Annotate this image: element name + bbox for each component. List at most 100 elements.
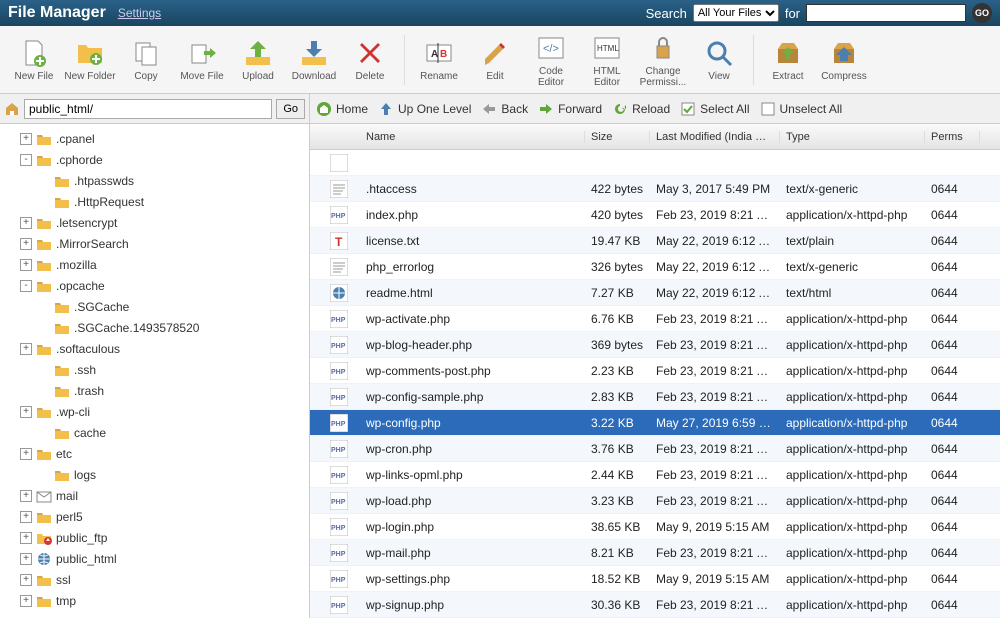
col-modified[interactable]: Last Modified (India Star <box>650 131 780 143</box>
tool-new-folder[interactable]: New Folder <box>64 30 116 90</box>
tool-move[interactable]: Move File <box>176 30 228 90</box>
tool-new-file[interactable]: New File <box>8 30 60 90</box>
nav-select-all[interactable]: Select All <box>680 101 749 117</box>
file-modified: Feb 23, 2019 8:21 AM <box>650 364 780 378</box>
tree-toggle[interactable]: - <box>20 154 32 166</box>
tree-node[interactable]: logs <box>2 464 307 485</box>
table-row[interactable]: PHPwp-config-sample.php2.83 KBFeb 23, 20… <box>310 384 1000 410</box>
right-panel: Home Up One Level Back Forward Reload Se… <box>310 94 1000 618</box>
tool-copy[interactable]: Copy <box>120 30 172 90</box>
tree-node[interactable]: -.cphorde <box>2 149 307 170</box>
tree-toggle[interactable]: + <box>20 238 32 250</box>
tree-label: .cpanel <box>56 132 95 146</box>
tree-toggle[interactable]: + <box>20 511 32 523</box>
table-row[interactable]: PHPwp-config.php3.22 KBMay 27, 2019 6:59… <box>310 410 1000 436</box>
nav-reload[interactable]: Reload <box>612 101 670 117</box>
home-icon[interactable] <box>4 101 20 117</box>
tree-node[interactable]: +.MirrorSearch <box>2 233 307 254</box>
tree-node[interactable]: +public_html <box>2 548 307 569</box>
tree-node[interactable]: +.letsencrypt <box>2 212 307 233</box>
settings-link[interactable]: Settings <box>118 6 161 20</box>
tree-node[interactable]: .trash <box>2 380 307 401</box>
tree-toggle[interactable]: + <box>20 490 32 502</box>
table-row[interactable]: PHPwp-mail.php8.21 KBFeb 23, 2019 8:21 A… <box>310 540 1000 566</box>
tree-toggle[interactable]: + <box>20 406 32 418</box>
table-row[interactable] <box>310 150 1000 176</box>
table-row[interactable]: PHPwp-links-opml.php2.44 KBFeb 23, 2019 … <box>310 462 1000 488</box>
tree-node[interactable]: .HttpRequest <box>2 191 307 212</box>
col-size[interactable]: Size <box>585 131 650 143</box>
table-row[interactable]: PHPwp-load.php3.23 KBFeb 23, 2019 8:21 A… <box>310 488 1000 514</box>
tree-toggle[interactable]: - <box>20 280 32 292</box>
table-row[interactable]: .htaccess422 bytesMay 3, 2017 5:49 PMtex… <box>310 176 1000 202</box>
tree-toggle[interactable]: + <box>20 532 32 544</box>
tree-node[interactable]: -.opcache <box>2 275 307 296</box>
nav-up[interactable]: Up One Level <box>378 101 471 117</box>
nav-home[interactable]: Home <box>316 101 368 117</box>
file-modified: Feb 23, 2019 8:21 AM <box>650 338 780 352</box>
tree-label: mail <box>56 489 78 503</box>
tree-node[interactable]: +.wp-cli <box>2 401 307 422</box>
table-row[interactable]: PHPindex.php420 bytesFeb 23, 2019 8:21 A… <box>310 202 1000 228</box>
tool-edit[interactable]: Edit <box>469 30 521 90</box>
nav-back[interactable]: Back <box>481 101 528 117</box>
tree-toggle[interactable]: + <box>20 259 32 271</box>
tree-toggle[interactable]: + <box>20 217 32 229</box>
file-icon: PHP <box>330 518 348 536</box>
tool-upload[interactable]: Upload <box>232 30 284 90</box>
tool-code-editor[interactable]: </>Code Editor <box>525 30 577 90</box>
table-row[interactable]: Tlicense.txt19.47 KBMay 22, 2019 6:12 AM… <box>310 228 1000 254</box>
table-row[interactable]: PHPwp-login.php38.65 KBMay 9, 2019 5:15 … <box>310 514 1000 540</box>
tree-node[interactable]: +etc <box>2 443 307 464</box>
file-size: 2.23 KB <box>585 364 650 378</box>
tree-node[interactable]: +tmp <box>2 590 307 611</box>
tool-download[interactable]: Download <box>288 30 340 90</box>
col-perms[interactable]: Perms <box>925 131 980 143</box>
table-row[interactable]: php_errorlog326 bytesMay 22, 2019 6:12 A… <box>310 254 1000 280</box>
tree-node[interactable]: .ssh <box>2 359 307 380</box>
tool-view[interactable]: View <box>693 30 745 90</box>
col-name[interactable]: Name <box>360 131 585 143</box>
tool-change-perms[interactable]: Change Permissi... <box>637 30 689 90</box>
tool-rename[interactable]: ABRename <box>413 30 465 90</box>
nav-unselect-all[interactable]: Unselect All <box>760 101 843 117</box>
tree-toggle[interactable]: + <box>20 574 32 586</box>
tree-toggle[interactable]: + <box>20 343 32 355</box>
top-bar: File Manager Settings Search All Your Fi… <box>0 0 1000 26</box>
search-scope-select[interactable]: All Your Files <box>693 4 779 22</box>
tree-toggle[interactable]: + <box>20 595 32 607</box>
path-go-button[interactable]: Go <box>276 99 305 119</box>
path-input[interactable] <box>24 99 272 119</box>
tree-node[interactable]: +ssl <box>2 569 307 590</box>
table-row[interactable]: PHPwp-settings.php18.52 KBMay 9, 2019 5:… <box>310 566 1000 592</box>
col-type[interactable]: Type <box>780 131 925 143</box>
table-row[interactable]: PHPwp-cron.php3.76 KBFeb 23, 2019 8:21 A… <box>310 436 1000 462</box>
table-row[interactable]: readme.html7.27 KBMay 22, 2019 6:12 AMte… <box>310 280 1000 306</box>
tree-toggle[interactable]: + <box>20 448 32 460</box>
tree-node[interactable]: +.mozilla <box>2 254 307 275</box>
table-row[interactable]: PHPwp-comments-post.php2.23 KBFeb 23, 20… <box>310 358 1000 384</box>
nav-forward[interactable]: Forward <box>538 101 602 117</box>
table-row[interactable]: PHPwp-signup.php30.36 KBFeb 23, 2019 8:2… <box>310 592 1000 618</box>
tool-delete[interactable]: Delete <box>344 30 396 90</box>
table-row[interactable]: PHPwp-blog-header.php369 bytesFeb 23, 20… <box>310 332 1000 358</box>
file-size: 6.76 KB <box>585 312 650 326</box>
tree-toggle[interactable]: + <box>20 133 32 145</box>
tree-toggle[interactable]: + <box>20 553 32 565</box>
tree-node[interactable]: .SGCache.1493578520 <box>2 317 307 338</box>
tool-html-editor[interactable]: HTMLHTML Editor <box>581 30 633 90</box>
tree-node[interactable]: .SGCache <box>2 296 307 317</box>
tool-label: Move File <box>180 71 223 82</box>
tree-node[interactable]: .htpasswds <box>2 170 307 191</box>
tool-compress[interactable]: Compress <box>818 30 870 90</box>
tree-node[interactable]: + mail <box>2 485 307 506</box>
tree-node[interactable]: +perl5 <box>2 506 307 527</box>
tree-node[interactable]: +.softaculous <box>2 338 307 359</box>
tree-node[interactable]: cache <box>2 422 307 443</box>
tree-node[interactable]: +public_ftp <box>2 527 307 548</box>
search-go-button[interactable]: GO <box>972 3 992 23</box>
tool-extract[interactable]: Extract <box>762 30 814 90</box>
table-row[interactable]: PHPwp-activate.php6.76 KBFeb 23, 2019 8:… <box>310 306 1000 332</box>
tree-node[interactable]: + .cpanel <box>2 128 307 149</box>
search-input[interactable] <box>806 4 966 22</box>
